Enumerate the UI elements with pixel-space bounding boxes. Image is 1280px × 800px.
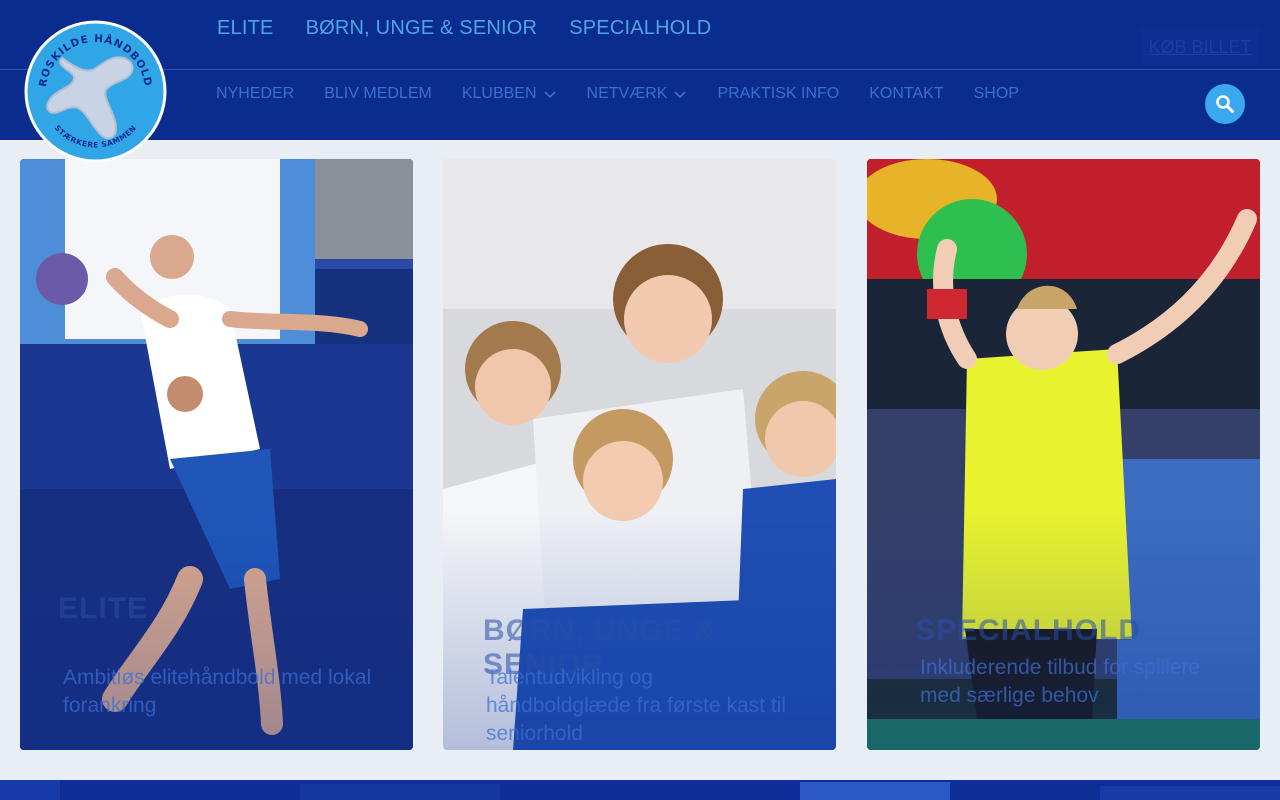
- club-logo[interactable]: ROSKILDE HÅNDBOLD STÆRKERE SAMMEN: [24, 20, 167, 163]
- nav-item-label: PRAKTISK INFO: [717, 85, 840, 102]
- card-description: Talentudvikling og håndboldglæde fra før…: [486, 666, 786, 745]
- buy-ticket-button[interactable]: KØB BILLET: [1141, 28, 1259, 66]
- nav-item-praktisk-info[interactable]: PRAKTISK INFO: [717, 85, 839, 103]
- nav-item-klubben[interactable]: KLUBBEN: [462, 85, 557, 103]
- card-born-unge-senior[interactable]: BØRN, UNGE & SENIOR Talentudvikling og h…: [443, 159, 836, 750]
- nav-item-netvaerk[interactable]: NETVÆRK: [587, 85, 688, 103]
- card-description: Inkluderende tilbud for spillere med sær…: [920, 656, 1201, 707]
- top-nav-born-unge-senior[interactable]: BØRN, UNGE & SENIOR: [306, 17, 538, 40]
- nav-item-label: NYHEDER: [216, 85, 295, 102]
- chevron-down-icon: [674, 91, 687, 99]
- nav-item-label: NETVÆRK: [586, 85, 668, 102]
- nav-item-label: KLUBBEN: [461, 85, 537, 102]
- program-cards: ELITE Ambitiøs elitehåndbold med lokal f…: [20, 159, 1260, 750]
- card-category: SPECIALHOLD: [915, 614, 1142, 647]
- nav-item-label: SHOP: [973, 85, 1019, 102]
- site-header: ELITE BØRN, UNGE & SENIOR SPECIALHOLD KØ…: [0, 0, 1280, 140]
- chevron-down-icon: [543, 91, 556, 99]
- card-elite[interactable]: ELITE Ambitiøs elitehåndbold med lokal f…: [20, 159, 413, 750]
- header-divider: [0, 69, 1280, 70]
- search-button[interactable]: [1205, 84, 1245, 124]
- nav-item-bliv-medlem[interactable]: BLIV MEDLEM: [324, 85, 432, 103]
- nav-item-shop[interactable]: SHOP: [974, 85, 1019, 103]
- footer-pattern: [0, 780, 1280, 800]
- nav-item-nyheder[interactable]: NYHEDER: [216, 85, 294, 103]
- card-description: Ambitiøs elitehåndbold med lokal forankr…: [63, 666, 372, 717]
- footer-strip: [0, 780, 1280, 800]
- top-nav-elite[interactable]: ELITE: [217, 17, 274, 40]
- card-specialhold[interactable]: SPECIALHOLD Inkluderende tilbud for spil…: [867, 159, 1260, 750]
- star-logo-icon: ROSKILDE HÅNDBOLD STÆRKERE SAMMEN: [24, 20, 167, 163]
- nav-item-label: BLIV MEDLEM: [324, 85, 432, 102]
- search-icon: [1216, 95, 1234, 113]
- nav-item-kontakt[interactable]: KONTAKT: [869, 85, 943, 103]
- main-nav: NYHEDER BLIV MEDLEM KLUBBEN NETVÆRK PRAK…: [216, 80, 1019, 108]
- nav-item-label: KONTAKT: [869, 85, 944, 102]
- top-nav-specialhold[interactable]: SPECIALHOLD: [569, 17, 711, 40]
- top-nav: ELITE BØRN, UNGE & SENIOR SPECIALHOLD: [217, 0, 711, 56]
- card-category: ELITE: [58, 592, 149, 625]
